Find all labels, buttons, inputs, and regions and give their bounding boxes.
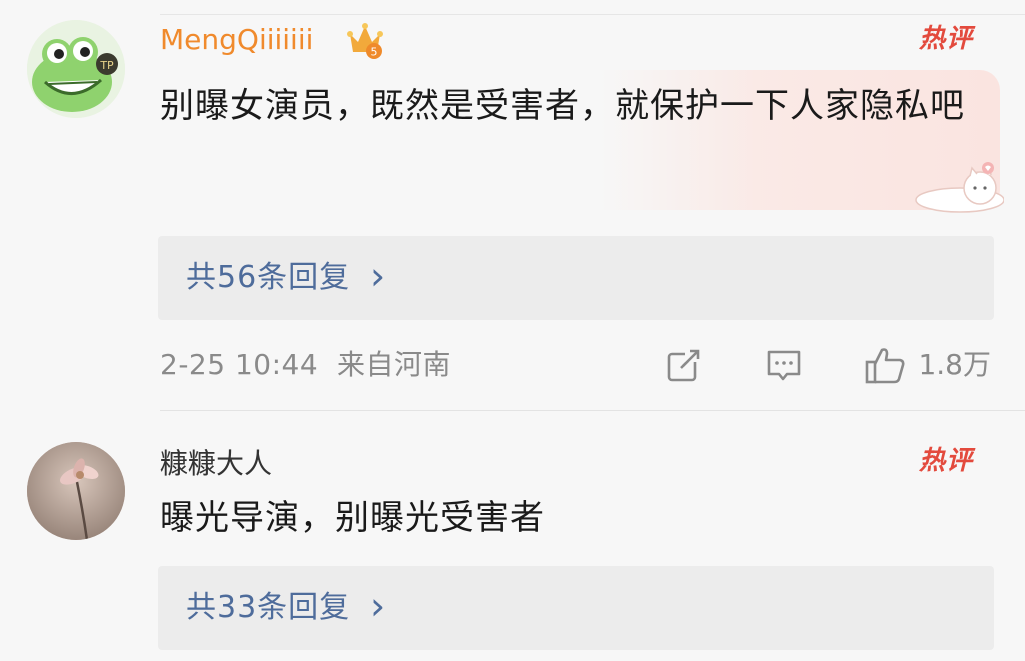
comment-icon[interactable] (765, 346, 803, 384)
like-icon[interactable] (864, 344, 906, 386)
frog-avatar-image: TP (27, 20, 125, 118)
view-replies-button[interactable]: 共33条回复 › (158, 566, 994, 650)
comment-item: 糠糠大人 热评 曝光导演，别曝光受害者 共33条回复 › (0, 410, 1025, 661)
comment-timestamp: 2-25 10:44 来自河南 (160, 340, 451, 390)
location-text: 来自河南 (336, 348, 451, 381)
username[interactable]: 糠糠大人 (160, 444, 272, 484)
vip-crown-icon: 5 (346, 20, 384, 60)
vip-level-label: 5 (371, 46, 378, 59)
cat-sticker-decoration (908, 160, 1005, 214)
chevron-right-icon: › (370, 584, 386, 628)
comment-text: 曝光导演，别曝光受害者 (160, 498, 545, 538)
comment-item: TP MengQiiiiiii 5 热评 别曝女演员，既然是受害者，就保护一下人… (0, 0, 1025, 410)
avatar[interactable]: TP (27, 20, 125, 118)
comment-list-page: TP MengQiiiiiii 5 热评 别曝女演员，既然是受害者，就保护一下人… (0, 0, 1025, 661)
like-count: 1.8万 (918, 348, 991, 381)
username[interactable]: MengQiiiiiii (160, 20, 313, 60)
svg-text:TP: TP (99, 59, 114, 72)
share-icon[interactable] (665, 346, 703, 384)
avatar[interactable] (27, 442, 125, 540)
chevron-right-icon: › (370, 254, 386, 298)
replies-count-label: 共33条回复 (186, 590, 351, 625)
view-replies-button[interactable]: 共56条回复 › (158, 236, 994, 320)
flower-avatar-image (27, 442, 125, 540)
replies-count-label: 共56条回复 (186, 260, 351, 295)
timestamp-text: 2-25 10:44 (160, 348, 319, 381)
hot-comment-badge: 热评 (918, 446, 973, 476)
comment-meta-row: 2-25 10:44 来自河南 1.8万 (160, 340, 995, 390)
comment-text: 别曝女演员，既然是受害者，就保护一下人家隐私吧 (160, 86, 965, 126)
hot-comment-badge: 热评 (918, 24, 973, 54)
